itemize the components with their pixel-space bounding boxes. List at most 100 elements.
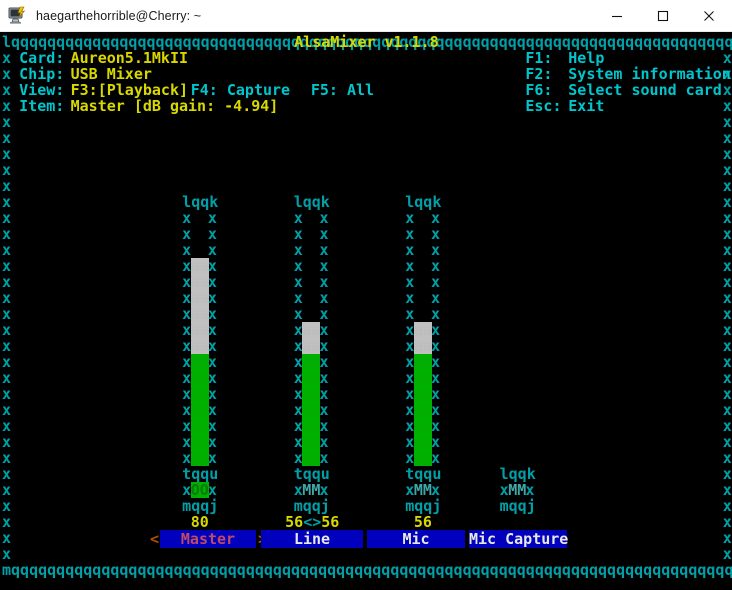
- bar-edge-right: x: [319, 449, 329, 467]
- help-text-0[interactable]: Help: [568, 50, 604, 66]
- bar-edge-right: x: [319, 321, 329, 339]
- bar-fill-cell: aa: [190, 401, 209, 419]
- frame-right-border: x: [722, 385, 732, 403]
- frame-right-border: x: [722, 433, 732, 451]
- bar-edge-left: x: [293, 273, 303, 291]
- bar-fill-cell: aa: [190, 273, 209, 291]
- bar-edge-left: x: [405, 273, 415, 291]
- frame-left-border: x: [2, 449, 12, 467]
- bar-edge-right: x: [207, 257, 217, 275]
- bar-edge-right: x: [431, 353, 441, 371]
- bar-edge-left: x: [405, 225, 415, 243]
- bar-edge-left: x: [293, 225, 303, 243]
- bar-top-mic: lqqk: [405, 193, 442, 211]
- frame-left-border: x: [2, 97, 12, 115]
- bar-fill-cell: aa: [190, 417, 209, 435]
- bar-edge-right: x: [431, 273, 441, 291]
- help-key-3: Esc:: [525, 97, 562, 115]
- bar-fill-cell: aa: [190, 369, 209, 387]
- frame-left-border: x: [2, 161, 12, 179]
- frame-left-border: x: [2, 497, 12, 515]
- bar-edge-right: x: [431, 305, 441, 323]
- bar-edge-right: x: [207, 401, 217, 419]
- frame-right-border: x: [722, 161, 732, 179]
- frame-left-border: x: [2, 113, 12, 131]
- view-playback-option[interactable]: F3:[Playback]: [71, 82, 188, 98]
- bar-fill-cell: aa: [413, 369, 432, 387]
- mute-edge-right: x: [431, 481, 441, 499]
- bar-edge-right: x: [207, 385, 217, 403]
- window-title: haegarthehorrible@Cherry: ~: [36, 8, 202, 23]
- mute-indicator-mic[interactable]: MM: [414, 482, 432, 498]
- bar-fill-cell: aa: [413, 337, 432, 355]
- bar-edge-right: x: [431, 209, 441, 227]
- frame-right-border: x: [722, 145, 732, 163]
- frame-left-border: x: [2, 145, 12, 163]
- channel-tab-line[interactable]: Line: [261, 530, 363, 548]
- frame-right-border: x: [722, 545, 732, 563]
- bar-separator: tqqu: [405, 465, 442, 483]
- bar-fill-cell: aa: [190, 337, 209, 355]
- frame-right-border: x: [722, 225, 732, 243]
- bar-edge-right: x: [319, 257, 329, 275]
- mute-indicator-line[interactable]: MM: [302, 482, 320, 498]
- bar-fill-cell: aa: [190, 353, 209, 371]
- bar-edge-right: x: [319, 337, 329, 355]
- help-text-2[interactable]: Select sound card: [568, 82, 722, 98]
- frame-right-border: x: [722, 497, 732, 515]
- frame-right-border: x: [722, 97, 732, 115]
- mute-box-top: lqqk: [499, 465, 536, 483]
- bar-edge-right: x: [207, 337, 217, 355]
- frame-left-border: x: [2, 545, 12, 563]
- bar-fill-cell: aa: [190, 257, 209, 275]
- bar-edge-right: x: [431, 449, 441, 467]
- bar-edge-right: x: [319, 209, 329, 227]
- frame-right-border: x: [722, 321, 732, 339]
- bar-edge-left: x: [182, 225, 192, 243]
- frame-right-border: x: [722, 449, 732, 467]
- item-label: Item:: [19, 97, 65, 115]
- bar-edge-right: x: [319, 353, 329, 371]
- help-text-1[interactable]: System information: [568, 66, 731, 82]
- mute-indicator-master[interactable]: OO: [190, 482, 209, 498]
- mute-box-bottom: mqqj: [405, 497, 442, 515]
- bar-edge-right: x: [319, 225, 329, 243]
- bar-edge-right: x: [431, 241, 441, 259]
- channel-tab-mic[interactable]: Mic: [367, 530, 465, 548]
- bar-edge-left: x: [182, 241, 192, 259]
- prev-channel-arrow[interactable]: <: [150, 530, 159, 548]
- channel-value-line: 56<>56: [285, 513, 340, 531]
- frame-right-border: x: [722, 129, 732, 147]
- view-all-option[interactable]: F5: All: [311, 82, 374, 98]
- frame-right-border: x: [722, 337, 732, 355]
- minimize-button[interactable]: [594, 0, 640, 31]
- maximize-button[interactable]: [640, 0, 686, 31]
- help-text-3[interactable]: Exit: [568, 98, 604, 114]
- frame-left-border: x: [2, 417, 12, 435]
- bar-fill-cell: aa: [190, 449, 209, 467]
- frame-right-border: x: [722, 289, 732, 307]
- frame-left-border: x: [2, 177, 12, 195]
- bar-fill-cell: aa: [190, 433, 209, 451]
- terminal-screen[interactable]: lqqqqqqqqqqqqqqqqqqqqqqqqqqqqqqqqqqqqqqq…: [0, 32, 732, 590]
- mute-indicator-mic-capture[interactable]: MM: [508, 482, 526, 498]
- frame-left-border: x: [2, 193, 12, 211]
- bar-fill-cell: aa: [302, 433, 321, 451]
- view-capture-option[interactable]: F4: Capture: [191, 82, 290, 98]
- frame-left-border: x: [2, 305, 12, 323]
- close-button[interactable]: [686, 0, 732, 31]
- bar-edge-right: x: [207, 289, 217, 307]
- frame-right-border: x: [722, 241, 732, 259]
- frame-right-border: x: [722, 305, 732, 323]
- bar-edge-right: x: [431, 289, 441, 307]
- channel-value-master: 80: [190, 513, 209, 531]
- bar-edge-right: x: [207, 305, 217, 323]
- channel-tab-master[interactable]: Master: [160, 530, 256, 548]
- frame-left-border: x: [2, 273, 12, 291]
- frame-left-border: x: [2, 81, 12, 99]
- bar-edge-right: x: [319, 289, 329, 307]
- bar-fill-cell: aa: [413, 417, 432, 435]
- frame-left-border: x: [2, 385, 12, 403]
- channel-tab-mic-capture[interactable]: Mic Capture: [469, 530, 568, 548]
- frame-left-border: x: [2, 433, 12, 451]
